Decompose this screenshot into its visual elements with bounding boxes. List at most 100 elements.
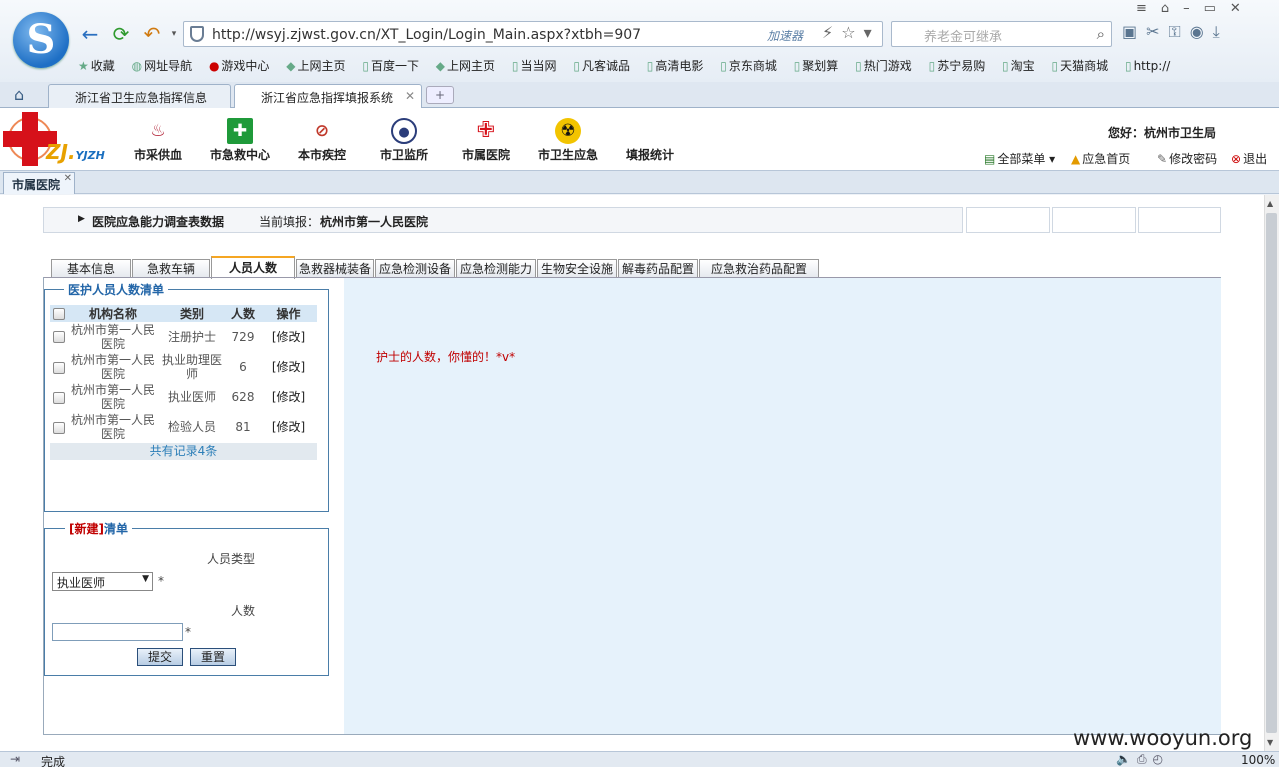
info-cell — [966, 207, 1050, 233]
new-tab-button[interactable]: + — [426, 86, 454, 104]
row-checkbox[interactable] — [53, 361, 65, 374]
tab-antidotes[interactable]: 解毒药品配置 — [618, 259, 698, 278]
logout-link[interactable]: ⊗ 退出 — [1231, 150, 1267, 167]
reset-button[interactable]: 重置 — [190, 648, 236, 666]
module-hospitals[interactable]: ✙ 市属医院 — [458, 118, 514, 163]
address-bar-icons[interactable]: ⚡☆▾ — [822, 23, 880, 42]
browser-tab[interactable]: 浙江省卫生应急指挥信息 — [48, 84, 231, 108]
bookmark-item[interactable]: ◍ 网址导航 — [132, 57, 193, 74]
address-bar[interactable]: http://wsyj.zjwst.gov.cn/XT_Login/Login_… — [183, 21, 883, 47]
browser-logo-icon[interactable]: S — [13, 12, 69, 68]
detail-pane — [344, 278, 1221, 734]
edit-link[interactable]: [修改] — [260, 412, 317, 443]
staff-type-select[interactable]: 执业医师 ▼ — [52, 572, 153, 591]
close-tab-icon[interactable]: ✕ — [405, 89, 415, 103]
table-row: 杭州市第一人民医院 执业医师 628 [修改] — [50, 382, 317, 413]
toolbar-icons[interactable]: ▣✂⚿◉⤓ — [1122, 22, 1229, 42]
nurse-count-message: 护士的人数，你懂的！*v* — [376, 350, 516, 364]
logo-subtext: YJZH — [75, 149, 105, 162]
tab-emergency-drugs[interactable]: 应急救治药品配置 — [699, 259, 819, 278]
browser-tab-title[interactable]: 浙江省卫生应急指挥信息 — [75, 91, 207, 105]
bookmark-item[interactable]: ▯ 聚划算 — [794, 57, 839, 74]
cell-type: 执业助理医师 — [158, 352, 226, 383]
browser-tab-active[interactable]: 浙江省应急指挥填报系统 ✕ — [234, 84, 422, 108]
count-label: 人数 — [231, 604, 256, 618]
search-placeholder[interactable]: 养老金可继承 — [924, 26, 1002, 45]
edit-link[interactable]: [修改] — [260, 352, 317, 383]
col-type: 类别 — [158, 305, 226, 322]
row-checkbox[interactable] — [53, 421, 65, 434]
module-emergency-center[interactable]: ✚ 市急救中心 — [206, 118, 274, 163]
back-icon[interactable]: ← — [78, 22, 102, 46]
bookmark-item[interactable]: ◆ 上网主页 — [286, 57, 345, 74]
browser-toolbar: S ← ⟳ ↶ ▾ http://wsyj.zjwst.gov.cn/XT_Lo… — [0, 0, 1279, 82]
select-all-checkbox[interactable] — [53, 308, 65, 320]
bookmark-item[interactable]: ★ 收藏 — [78, 57, 115, 74]
bookmark-item[interactable]: ▯ 当当网 — [512, 57, 557, 74]
tab-staff-count[interactable]: 人员人数 — [211, 256, 295, 279]
bookmark-item[interactable]: ● 游戏中心 — [209, 57, 270, 74]
search-box[interactable]: 养老金可继承 ⌕ — [891, 21, 1112, 47]
browser-tab-title[interactable]: 浙江省应急指挥填报系统 — [261, 91, 393, 105]
row-checkbox[interactable] — [53, 331, 65, 344]
browser-tab-bar: ⌂ 浙江省卫生应急指挥信息 浙江省应急指挥填报系统 ✕ + — [0, 82, 1279, 108]
bookmark-item[interactable]: ▯ 热门游戏 — [855, 57, 912, 74]
bookmarks-bar: ★ 收藏 ◍ 网址导航 ● 游戏中心 ◆ 上网主页 ▯ 百度一下 ◆ 上网主页 ▯ 当当网 ▯… — [78, 57, 1183, 77]
all-menu-link[interactable]: ▤ 全部菜单 ▾ — [984, 150, 1055, 167]
bookmark-item[interactable]: ▯ 京东商城 — [720, 57, 777, 74]
edit-link[interactable]: [修改] — [260, 382, 317, 413]
bookmark-item[interactable]: ▯ 苏宁易购 — [929, 57, 986, 74]
warning-icon: ▲ — [1071, 152, 1081, 166]
module-health-emergency[interactable]: ☢ 市卫生应急 — [534, 118, 602, 163]
watermark: www.wooyun.org — [1073, 726, 1253, 750]
bookmark-item[interactable]: ▯ http:// — [1125, 59, 1170, 73]
page-tab-hospitals[interactable]: 市属医院 ✕ — [3, 172, 76, 194]
sidebar-toggle-icon[interactable]: ⇥ — [10, 752, 20, 766]
staff-type-label: 人员类型 — [207, 552, 256, 566]
tab-rescue-equipment[interactable]: 急救器械装备 — [296, 259, 374, 278]
close-page-tab-icon[interactable]: ✕ — [64, 173, 72, 184]
search-icon[interactable]: ⌕ — [1097, 25, 1105, 43]
cell-org: 杭州市第一人民医院 — [68, 352, 158, 383]
col-action: 操作 — [260, 305, 317, 322]
scrollbar-thumb[interactable] — [1266, 213, 1277, 733]
col-count: 人数 — [226, 305, 260, 322]
undo-icon[interactable]: ↶ — [140, 22, 164, 46]
tab-basic-info[interactable]: 基本信息 — [51, 259, 131, 278]
bookmark-item[interactable]: ▯ 凡客诚品 — [573, 57, 630, 74]
bookmark-item[interactable]: ▯ 高清电影 — [647, 57, 704, 74]
zoom-level[interactable]: 100% — [1241, 753, 1275, 767]
window-controls[interactable]: ≡⌂–▭✕ — [1136, 1, 1255, 16]
tab-biosafety[interactable]: 生物安全设施 — [537, 259, 617, 278]
bookmark-item[interactable]: ▯ 百度一下 — [362, 57, 419, 74]
required-mark: * — [185, 625, 191, 639]
required-mark: * — [158, 574, 164, 588]
module-health-supervision[interactable]: ● 市卫监所 — [376, 118, 432, 163]
module-blood-supply[interactable]: ♨ 市采供血 — [130, 118, 186, 163]
row-checkbox[interactable] — [53, 391, 65, 404]
tab-ambulances[interactable]: 急救车辆 — [132, 259, 210, 278]
refresh-icon[interactable]: ⟳ — [109, 22, 133, 46]
home-icon[interactable]: ⌂ — [14, 85, 24, 104]
edit-link[interactable]: [修改] — [260, 322, 317, 353]
submit-button[interactable]: 提交 — [137, 648, 183, 666]
staff-type-value[interactable]: 执业医师 — [57, 576, 105, 590]
cell-type: 执业医师 — [158, 382, 226, 413]
bookmark-item[interactable]: ▯ 天猫商城 — [1052, 57, 1109, 74]
bookmark-item[interactable]: ◆ 上网主页 — [436, 57, 495, 74]
select-all-cell[interactable] — [50, 305, 68, 322]
tab-detection-capability[interactable]: 应急检测能力 — [456, 259, 536, 278]
bookmark-item[interactable]: ▯ 淘宝 — [1002, 57, 1035, 74]
scroll-down-icon[interactable]: ▼ — [1267, 738, 1273, 747]
module-report-stats[interactable]: 填报统计 — [622, 146, 678, 163]
status-icons[interactable]: 🔈⎙◴ — [1116, 752, 1169, 767]
scroll-up-icon[interactable]: ▲ — [1267, 199, 1273, 208]
tab-detection-equipment[interactable]: 应急检测设备 — [375, 259, 455, 278]
module-cdc[interactable]: ⊘ 本市疾控 — [294, 118, 350, 163]
emergency-home-link[interactable]: ▲ 应急首页 — [1071, 150, 1130, 167]
change-password-link[interactable]: ✎ 修改密码 — [1157, 150, 1217, 167]
accelerator-button[interactable]: 加速器 — [767, 27, 803, 44]
url-text[interactable]: http://wsyj.zjwst.gov.cn/XT_Login/Login_… — [212, 27, 641, 43]
count-input[interactable] — [52, 623, 183, 641]
dropdown-arrow-icon[interactable]: ▼ — [142, 574, 149, 584]
